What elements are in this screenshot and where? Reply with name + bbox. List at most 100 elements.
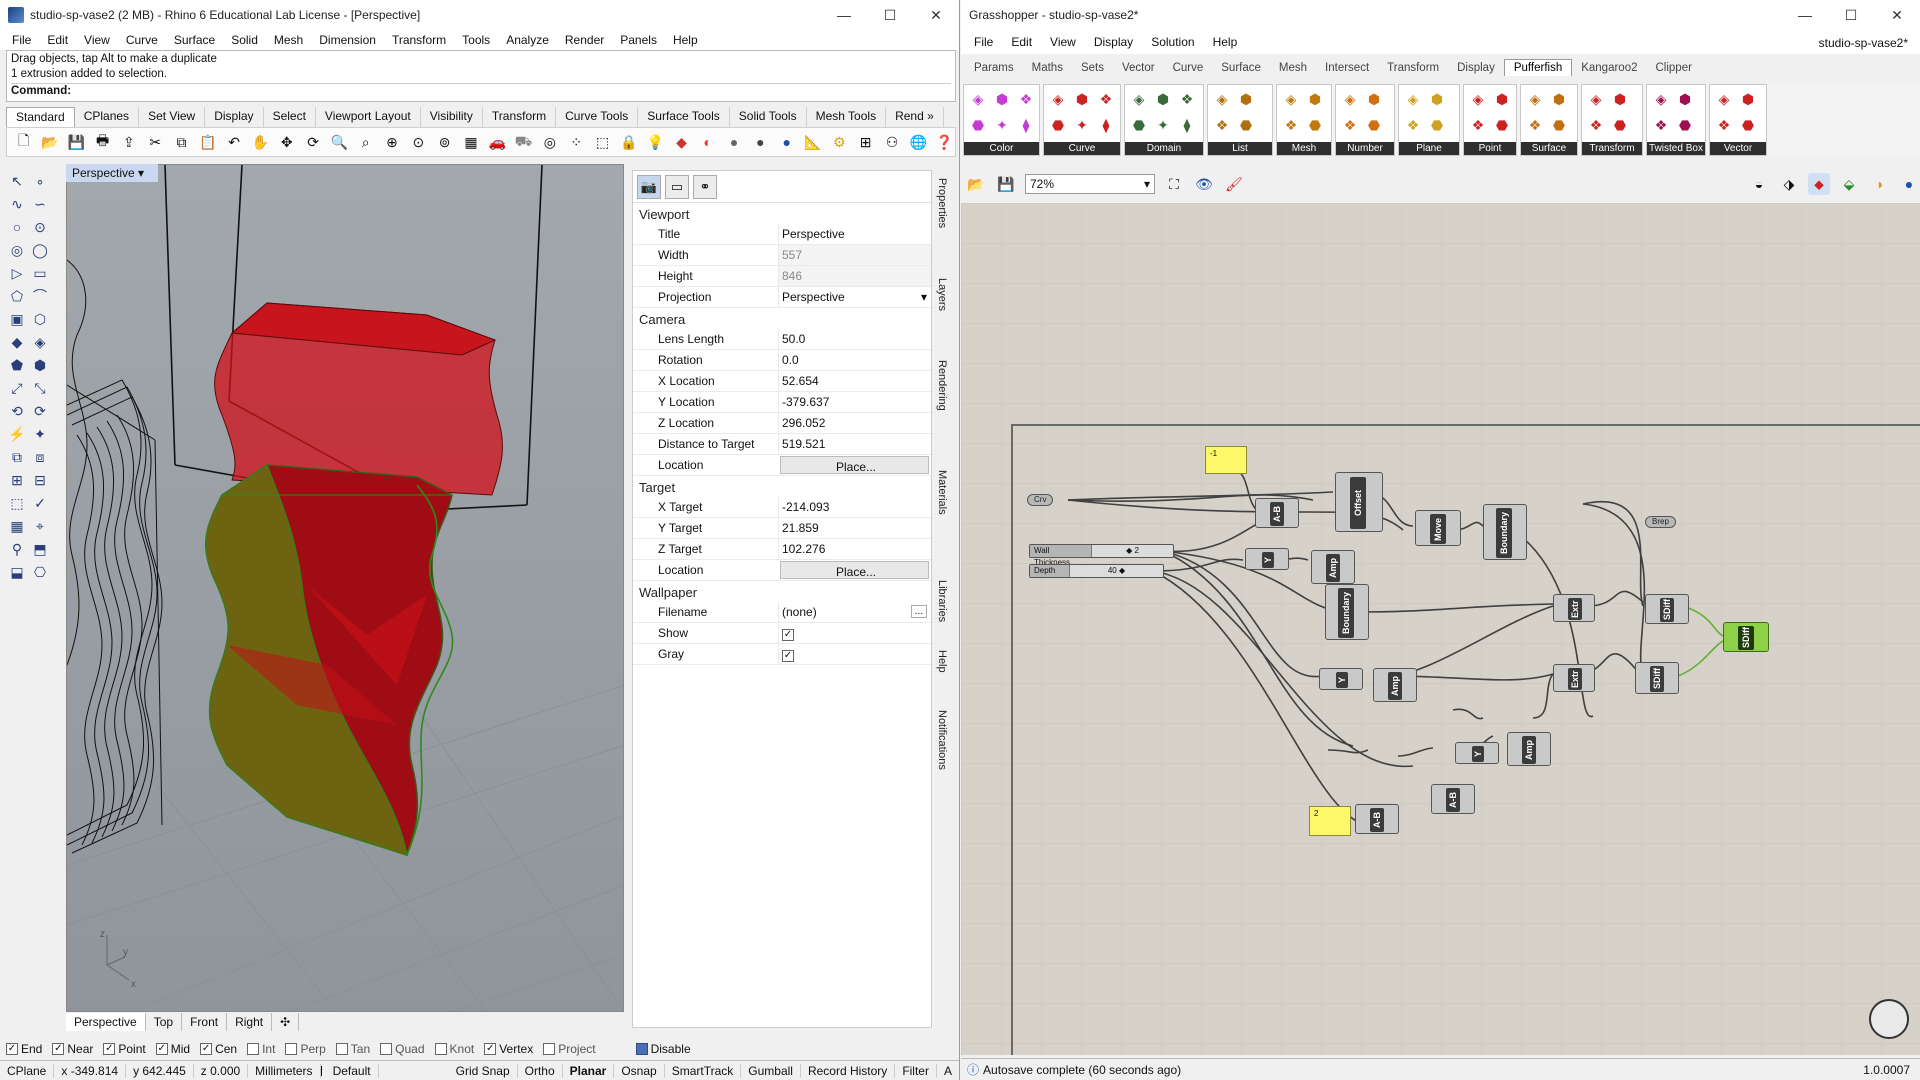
side-panel-tab-notifications[interactable]: Notifications [936, 710, 948, 770]
mesh-component-icon[interactable]: ⬢ [1305, 89, 1325, 109]
osnap-near[interactable]: ✓ Near [52, 1042, 93, 1056]
layer-icon[interactable]: ◆ [671, 131, 692, 153]
status-smarttrack[interactable]: SmartTrack [665, 1063, 742, 1078]
zoom-all-icon[interactable]: ⊚ [434, 131, 455, 153]
menu-transform[interactable]: Transform [384, 33, 454, 47]
command-prompt[interactable]: Command: [11, 83, 951, 99]
number-component-icon[interactable]: ⬢ [1364, 89, 1384, 109]
osnap-point[interactable]: ✓ Point [103, 1042, 146, 1056]
surface-component-icon[interactable]: ⬣ [1549, 115, 1569, 135]
osnap-quad[interactable]: Quad [380, 1042, 425, 1056]
mesh-patch-tool-icon[interactable]: ⬢ [29, 354, 51, 376]
place-button[interactable]: Place... [780, 456, 929, 474]
tab-render-more[interactable]: Rend » [886, 107, 944, 127]
cut-icon[interactable]: ✂ [145, 131, 166, 153]
zoom-icon[interactable]: 🔍 [329, 131, 350, 153]
perspective-viewport[interactable]: z y x [66, 164, 624, 1012]
point-component-icon[interactable]: ⬢ [1492, 89, 1512, 109]
tab-select[interactable]: Select [264, 107, 316, 127]
gh-tab-maths[interactable]: Maths [1023, 60, 1072, 76]
subtract-component[interactable]: A-B [1355, 804, 1399, 834]
show-checkbox[interactable]: ✓ [782, 629, 794, 641]
osnap-checkbox[interactable]: ✓ [484, 1043, 497, 1055]
gh-menu-solution[interactable]: Solution [1142, 35, 1203, 49]
surface-tool-icon[interactable]: ▣ [6, 308, 28, 330]
viewport-tab-front[interactable]: Front [182, 1013, 228, 1031]
amplitude-component[interactable]: Amp [1311, 550, 1355, 584]
vector-component-icon[interactable]: ⬣ [1738, 115, 1758, 135]
preview-mode-icon[interactable]: ◒ [1748, 173, 1770, 195]
lock-icon[interactable]: 🔒 [618, 131, 639, 153]
gh-group-label[interactable]: Point [1464, 142, 1516, 155]
tab-set-view[interactable]: Set View [139, 107, 206, 127]
side-panel-tab-rendering[interactable]: Rendering [936, 360, 948, 411]
gh-close-button[interactable]: ✕ [1874, 0, 1920, 30]
gh-minimize-button[interactable]: — [1782, 0, 1828, 30]
point-component-icon[interactable]: ◈ [1468, 89, 1488, 109]
menu-render[interactable]: Render [557, 33, 612, 47]
brep-param[interactable]: Brep [1645, 516, 1676, 528]
menu-tools[interactable]: Tools [454, 33, 498, 47]
vector-component-icon[interactable]: ❖ [1714, 115, 1734, 135]
sketch-brush-icon[interactable]: 🖌 [1223, 173, 1245, 195]
property-value[interactable]: ✓ [778, 644, 931, 664]
array-tool-icon[interactable]: ⧉ [6, 446, 28, 468]
gh-group-label[interactable]: Vector [1710, 142, 1766, 155]
property-value[interactable]: (none)... [778, 602, 931, 622]
gh-menu-file[interactable]: File [965, 35, 1002, 49]
viewport-tab-right[interactable]: Right [227, 1013, 273, 1031]
status-a[interactable]: A [937, 1063, 959, 1078]
tab-standard[interactable]: Standard [6, 107, 75, 127]
property-value[interactable]: 52.654 [778, 371, 931, 391]
polygon-tool-icon[interactable]: ▷ [6, 262, 28, 284]
extrude-tool-icon[interactable]: ⬡ [29, 308, 51, 330]
subtract-component[interactable]: A-B [1255, 498, 1299, 528]
vector-component-icon[interactable]: ⬢ [1738, 89, 1758, 109]
depth-slider[interactable]: Depth 40 ◆ [1029, 564, 1164, 578]
gh-group-label[interactable]: Surface [1521, 142, 1577, 155]
points-on-icon[interactable]: ⁘ [566, 131, 587, 153]
osnap-project[interactable]: Project [543, 1042, 596, 1056]
zoom-extents-icon[interactable]: ⊕ [381, 131, 402, 153]
property-value[interactable]: -214.093 [778, 497, 931, 517]
curve-component-icon[interactable]: ◈ [1048, 89, 1068, 109]
property-value[interactable]: -379.637 [778, 392, 931, 412]
solid-difference-component[interactable]: SDiff [1635, 662, 1679, 694]
curve-component-icon[interactable]: ✦ [1072, 115, 1092, 135]
preview-eye-icon[interactable]: 👁 [1193, 173, 1215, 195]
print-icon[interactable]: 🖶 [92, 131, 113, 153]
menu-analyze[interactable]: Analyze [498, 33, 557, 47]
curve-component-icon[interactable]: ⬢ [1072, 89, 1092, 109]
gh-save-icon[interactable]: 💾 [995, 173, 1017, 195]
osnap-checkbox[interactable] [335, 1043, 348, 1055]
canvas-compass-icon[interactable] [1869, 999, 1909, 1039]
unit-y-component[interactable]: Y [1319, 668, 1363, 690]
color-component-icon[interactable]: ⬣ [968, 115, 988, 135]
grasshopper-icon[interactable]: ⚇ [881, 131, 902, 153]
curve-component-icon[interactable]: ❖ [1096, 89, 1116, 109]
gh-maximize-button[interactable]: ☐ [1828, 0, 1874, 30]
curve-tool-icon[interactable]: ∽ [29, 193, 51, 215]
offset-component[interactable]: Offset [1335, 472, 1383, 532]
amplitude-component[interactable]: Amp [1507, 732, 1551, 766]
side-panel-tab-libraries[interactable]: Libraries [936, 580, 948, 622]
menu-curve[interactable]: Curve [118, 33, 166, 47]
boundary-component[interactable]: Boundary [1325, 584, 1369, 640]
select-tool-icon[interactable]: ↖ [6, 170, 28, 192]
transform-component-icon[interactable]: ❖ [1586, 115, 1606, 135]
gh-menu-help[interactable]: Help [1204, 35, 1247, 49]
plane-component-icon[interactable]: ❖ [1403, 115, 1423, 135]
domain-component-icon[interactable]: ⧫ [1177, 115, 1197, 135]
render-tool-icon[interactable]: ⬒ [29, 538, 51, 560]
help-icon[interactable]: ❓ [934, 131, 955, 153]
ellipse-tool-icon[interactable]: ⊙ [29, 216, 51, 238]
osnap-checkbox[interactable] [434, 1043, 447, 1055]
color-wheel-icon[interactable]: ◐ [697, 131, 718, 153]
osnap-checkbox[interactable]: ✓ [200, 1043, 213, 1055]
status-default[interactable]: Default [326, 1063, 379, 1078]
gh-menu-display[interactable]: Display [1085, 35, 1142, 49]
copy-icon[interactable]: ⧉ [171, 131, 192, 153]
point-component-icon[interactable]: ❖ [1468, 115, 1488, 135]
osnap-int[interactable]: Int [247, 1042, 275, 1056]
side-panel-tab-help[interactable]: Help [936, 650, 948, 673]
